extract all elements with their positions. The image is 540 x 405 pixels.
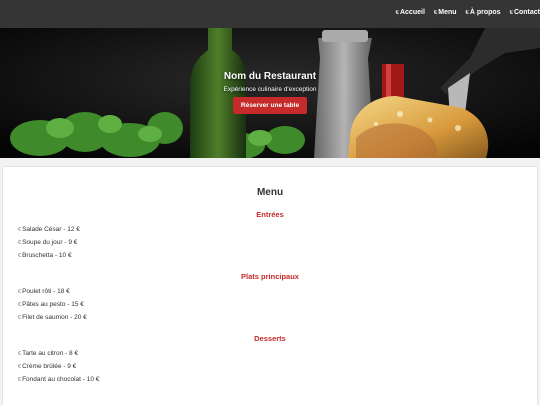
- nav-label: Accueil: [399, 9, 425, 16]
- list-item: € Salade César - 12 €: [18, 223, 80, 236]
- euro-icon: €: [18, 226, 22, 233]
- menu-card: Menu Entrées € Salade César - 12 € € Soupe…: [2, 166, 538, 405]
- section-title: Desserts: [254, 334, 286, 343]
- euro-icon: €: [18, 314, 22, 321]
- nav-label: Contact: [513, 9, 540, 16]
- hero-title: Nom du Restaurant: [223, 71, 317, 82]
- nav-link-accueil[interactable]: € Accueil: [396, 9, 425, 16]
- list-item: € Crème brûlée - 9 €: [18, 360, 99, 373]
- list-item: € Tarte au citron - 8 €: [18, 347, 99, 360]
- main-nav: € Accueil € Menu € À propos € Contact: [387, 9, 540, 16]
- euro-icon: €: [18, 350, 22, 357]
- euro-icon: €: [18, 252, 22, 259]
- item-label: Tarte au citron - 8 €: [22, 350, 79, 357]
- item-label: Crème brûlée - 9 €: [22, 363, 77, 370]
- euro-icon: €: [395, 9, 399, 16]
- list-item: € Bruschetta - 10 €: [18, 249, 80, 262]
- list-item: € Filet de saumon - 20 €: [18, 311, 87, 324]
- euro-icon: €: [18, 376, 22, 383]
- item-label: Salade César - 12 €: [22, 226, 80, 233]
- section-items: € Salade César - 12 € € Soupe du jour - 9 …: [18, 223, 80, 262]
- menu-section-desserts: Desserts € Tarte au citron - 8 € € Crème b…: [3, 334, 537, 383]
- hero-subtitle: Expérience culinaire d'exception: [223, 86, 317, 93]
- item-label: Soupe du jour - 9 €: [22, 239, 78, 246]
- hero-banner: Nom du Restaurant Expérience culinaire d…: [0, 28, 540, 158]
- reserve-table-button[interactable]: Réserver une table: [232, 97, 308, 114]
- menu-title: Menu: [256, 187, 284, 198]
- list-item: € Pâtes au pesto - 15 €: [18, 298, 87, 311]
- hero-content: Nom du Restaurant Expérience culinaire d…: [0, 71, 540, 114]
- item-label: Pâtes au pesto - 15 €: [22, 301, 84, 308]
- euro-icon: €: [433, 9, 438, 16]
- nav-label: Menu: [438, 9, 457, 16]
- section-title: Entrées: [256, 210, 284, 219]
- nav-link-contact[interactable]: € Contact: [510, 9, 540, 16]
- list-item: € Fondant au chocolat - 10 €: [18, 373, 99, 386]
- section-items: € Poulet rôti - 18 € € Pâtes au pesto - 15…: [18, 285, 87, 324]
- euro-icon: €: [509, 9, 513, 16]
- nav-link-a-propos[interactable]: € À propos: [466, 9, 501, 16]
- item-label: Filet de saumon - 20 €: [22, 314, 87, 321]
- euro-icon: €: [18, 288, 22, 295]
- menu-section-plats: Plats principaux € Poulet rôti - 18 € € Pâ…: [3, 272, 537, 321]
- item-label: Poulet rôti - 18 €: [22, 288, 70, 295]
- top-navbar: € Accueil € Menu € À propos € Contact: [0, 0, 540, 28]
- item-label: Bruschetta - 10 €: [22, 252, 72, 259]
- euro-icon: €: [18, 363, 22, 370]
- item-label: Fondant au chocolat - 10 €: [22, 376, 100, 383]
- euro-icon: €: [465, 9, 469, 16]
- section-title: Plats principaux: [241, 272, 299, 281]
- nav-label: À propos: [469, 9, 501, 16]
- nav-link-menu[interactable]: € Menu: [434, 9, 457, 16]
- section-items: € Tarte au citron - 8 € € Crème brûlée - 9…: [18, 347, 99, 386]
- euro-icon: €: [18, 239, 22, 246]
- menu-section-entrees: Entrées € Salade César - 12 € € Soupe du j…: [3, 210, 537, 259]
- list-item: € Poulet rôti - 18 €: [18, 285, 87, 298]
- euro-icon: €: [18, 301, 22, 308]
- list-item: € Soupe du jour - 9 €: [18, 236, 80, 249]
